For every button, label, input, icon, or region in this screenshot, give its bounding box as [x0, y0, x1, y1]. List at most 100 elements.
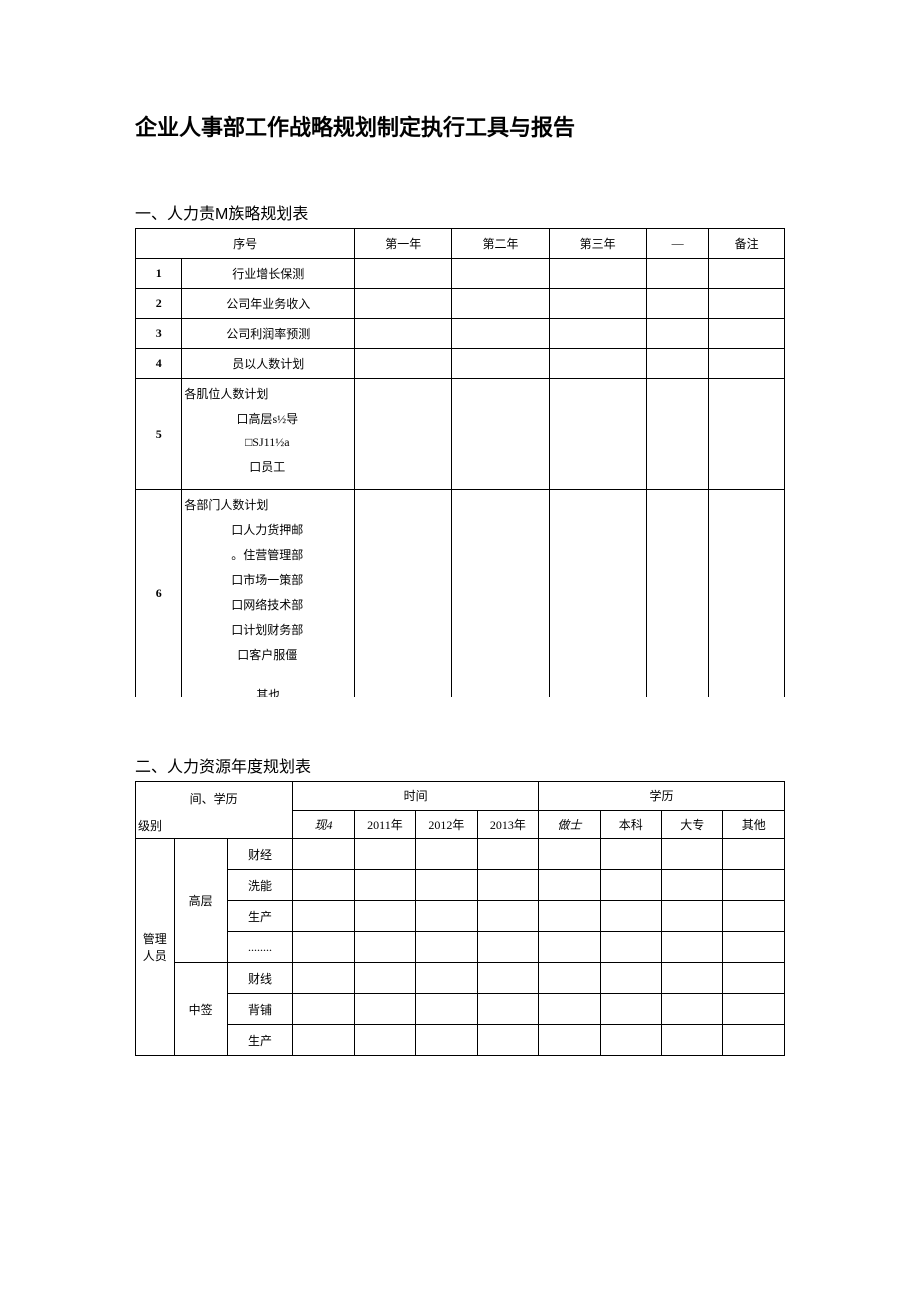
cell-empty	[416, 963, 477, 994]
cell-empty	[600, 870, 661, 901]
table-row: 间、学历 级别 时间 学历	[136, 782, 785, 811]
cell-empty	[646, 677, 709, 697]
cell-empty	[355, 677, 452, 697]
cell-empty	[549, 379, 646, 490]
table-row: 1 行业增长保测	[136, 259, 785, 289]
cell-empty	[477, 870, 538, 901]
cell-empty	[709, 319, 785, 349]
cell-empty	[723, 839, 785, 870]
cell-empty	[646, 349, 709, 379]
cell-group: 管理人员	[136, 839, 175, 1056]
cell-level: 中签	[174, 963, 227, 1056]
cell-empty	[477, 1025, 538, 1056]
header-year3: 第三年	[549, 229, 646, 259]
sub-line: □SJ11½a	[184, 435, 350, 450]
cell-empty	[416, 901, 477, 932]
cell-num: 1	[136, 259, 182, 289]
section-2-heading: 二、人力资源年度规划表	[135, 753, 785, 777]
cell-empty	[662, 839, 723, 870]
table-row: 5 各肌位人数计划 口高层s½导 □SJ11½a 口员工	[136, 379, 785, 490]
cell-cut: 其也	[182, 677, 355, 697]
cell-empty	[549, 490, 646, 678]
header-seq: 序号	[136, 229, 355, 259]
cell-empty	[723, 963, 785, 994]
header-time: 时间	[293, 782, 539, 811]
cell-cat: 生产	[227, 1025, 293, 1056]
cell-empty	[662, 932, 723, 963]
cell-empty	[416, 994, 477, 1025]
cell-empty	[452, 319, 549, 349]
table-row: 序号 第一年 第二年 第三年 — 备注	[136, 229, 785, 259]
table-row: 4 员以人数计划	[136, 349, 785, 379]
cell-empty	[354, 901, 415, 932]
cell-cat: 财线	[227, 963, 293, 994]
header-time-col: 2013年	[477, 810, 538, 839]
cell-cat: 财经	[227, 839, 293, 870]
cell-empty	[354, 839, 415, 870]
cell-empty	[723, 1025, 785, 1056]
header-edu-col: 其他	[723, 810, 785, 839]
cell-empty	[600, 1025, 661, 1056]
cell-num: 2	[136, 289, 182, 319]
cell-empty	[293, 839, 354, 870]
cell-empty	[549, 289, 646, 319]
table-annual-plan: 间、学历 级别 时间 学历 现4 2011年 2012年 2013年 做士 本科…	[135, 781, 785, 1056]
cell-empty	[452, 379, 549, 490]
table-row: ........	[136, 932, 785, 963]
cell-cat: 背铺	[227, 994, 293, 1025]
header-edu-col: 本科	[600, 810, 661, 839]
cell-empty	[452, 677, 549, 697]
sub-line: 口市场一策部	[184, 571, 350, 588]
cell-empty	[646, 259, 709, 289]
cell-empty	[355, 490, 452, 678]
section-1-heading: 一、人力责M族略规划表	[135, 200, 785, 224]
cell-empty	[539, 870, 600, 901]
cell-label: 公司利润率预测	[182, 319, 355, 349]
cell-empty	[477, 839, 538, 870]
corner-bottom: 级别	[138, 817, 289, 834]
cell-empty	[709, 677, 785, 697]
cell-empty	[452, 349, 549, 379]
cell-empty	[539, 839, 600, 870]
table-row: 中签 财线	[136, 963, 785, 994]
header-time-col: 现4	[293, 810, 354, 839]
cell-empty	[539, 994, 600, 1025]
table-row: 洗能	[136, 870, 785, 901]
cell-empty	[293, 870, 354, 901]
cell-empty	[355, 349, 452, 379]
cell-empty	[355, 289, 452, 319]
cell-empty	[539, 901, 600, 932]
table-1-wrap: 序号 第一年 第二年 第三年 — 备注 1 行业增长保测 2 公司年业务收入 3…	[135, 228, 785, 697]
cell-empty	[549, 319, 646, 349]
header-time-col: 2011年	[354, 810, 415, 839]
cell-empty	[477, 963, 538, 994]
cell-empty	[646, 319, 709, 349]
cell-empty	[600, 994, 661, 1025]
document-title: 企业人事部工作战略规划制定执行工具与报告	[135, 110, 785, 142]
cell-empty	[646, 490, 709, 678]
cell-empty	[600, 901, 661, 932]
header-edu-col: 大专	[662, 810, 723, 839]
cell-empty	[709, 289, 785, 319]
header-edu-col: 做士	[539, 810, 600, 839]
table-row-cut: 其也	[136, 677, 785, 697]
cell-empty	[355, 379, 452, 490]
sub-line: 口客户服僵	[184, 646, 350, 663]
table-row: 生产	[136, 1025, 785, 1056]
cell-empty	[477, 994, 538, 1025]
table-row: 2 公司年业务收入	[136, 289, 785, 319]
cell-empty	[709, 379, 785, 490]
cell-empty	[662, 1025, 723, 1056]
table-row: 生产	[136, 901, 785, 932]
cell-empty	[539, 963, 600, 994]
cell-empty	[549, 259, 646, 289]
cell-multiline: 各部门人数计划 口人力货押邮 。住营管理部 口市场一策部 口网络技术部 口计划财…	[182, 490, 355, 678]
cell-empty	[709, 349, 785, 379]
cell-empty	[723, 901, 785, 932]
cell-empty	[709, 490, 785, 678]
cell-empty	[354, 932, 415, 963]
cell-empty	[646, 289, 709, 319]
cell-num: 6	[136, 490, 182, 698]
cell-empty	[646, 379, 709, 490]
cell-empty	[416, 839, 477, 870]
